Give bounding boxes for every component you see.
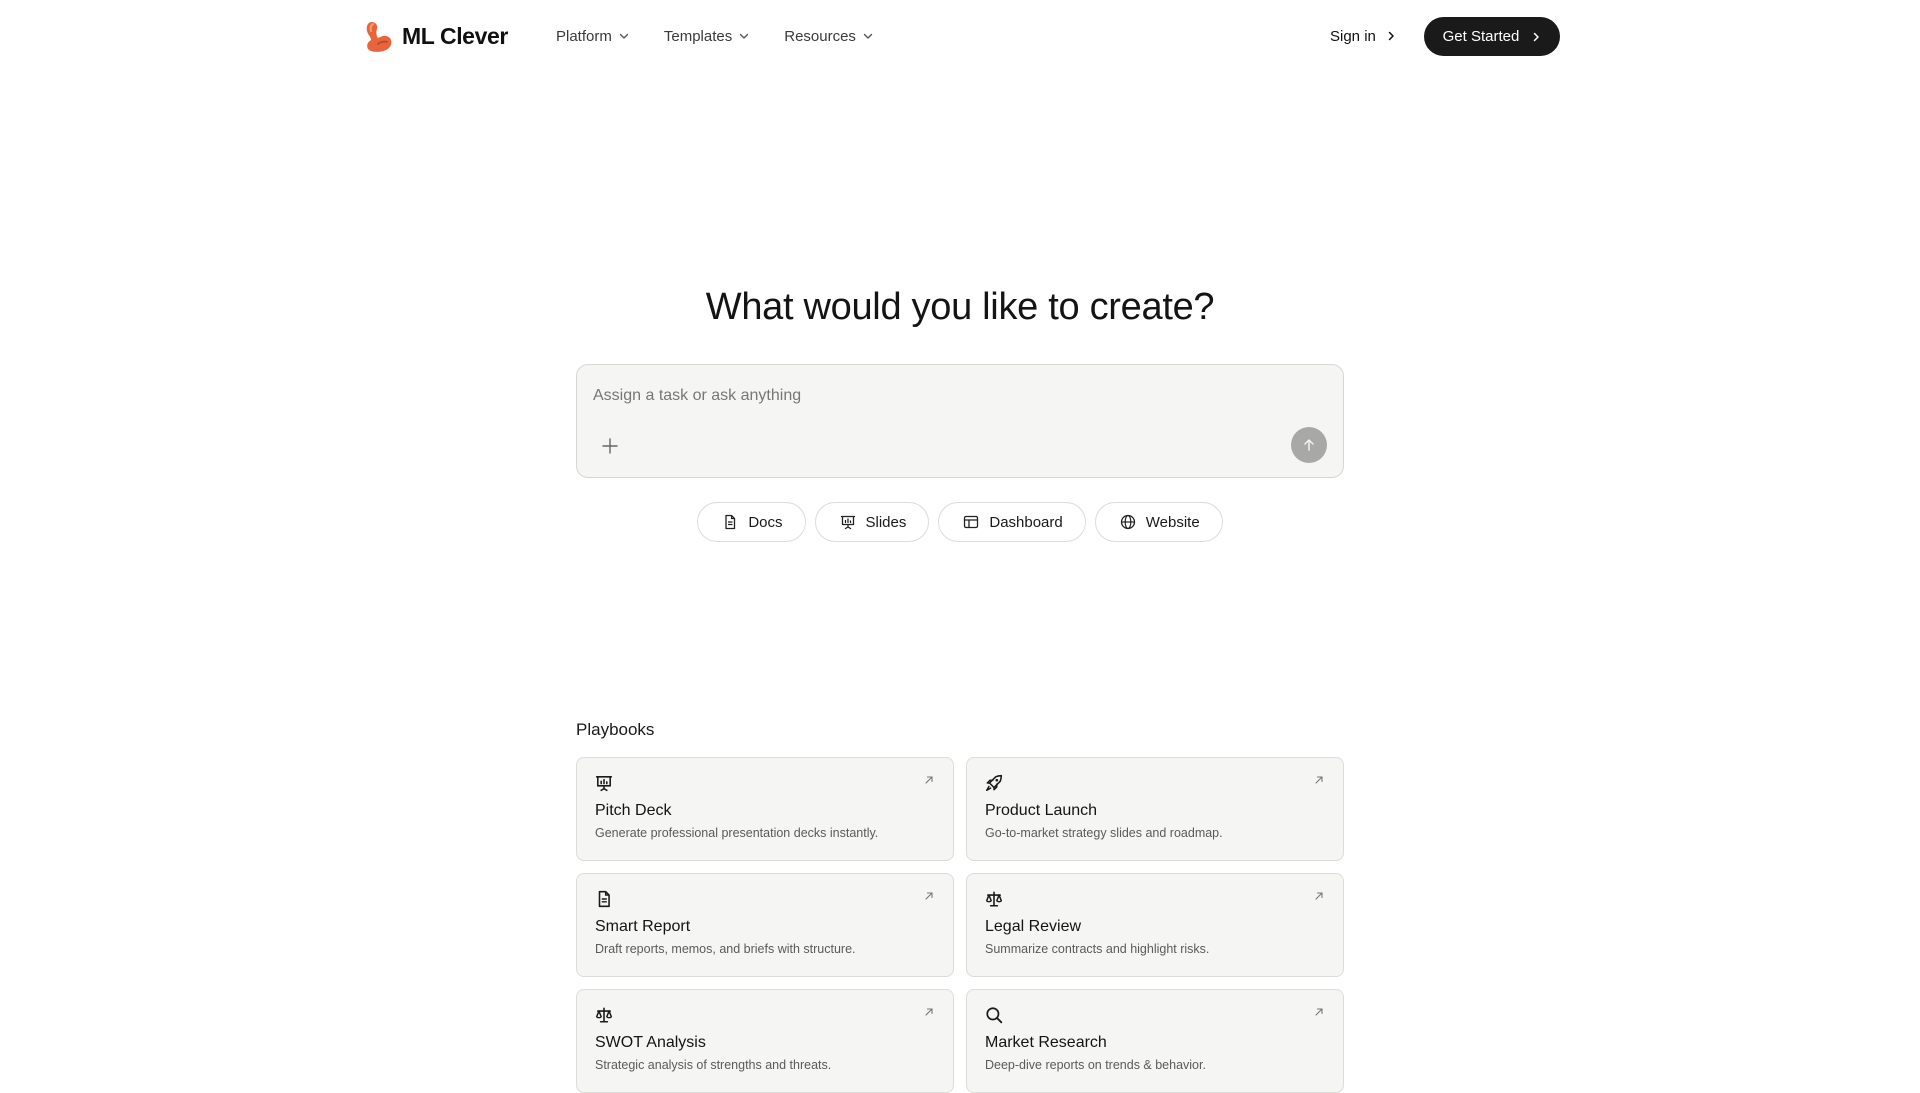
menu-label: Platform (556, 27, 612, 45)
quick-create-chips: Docs Slides Dashboard Website (0, 502, 1920, 542)
arrow-up-right-icon (1315, 776, 1323, 784)
search-icon (985, 1006, 1003, 1024)
add-attachment-button[interactable] (599, 435, 621, 457)
plus-icon (602, 438, 618, 454)
chip-slides[interactable]: Slides (814, 502, 930, 542)
task-composer (576, 364, 1344, 478)
chip-label: Slides (865, 513, 907, 531)
document-icon (725, 514, 736, 530)
arrow-up-icon (1304, 439, 1314, 451)
playbook-grid: Pitch Deck Generate professional present… (576, 757, 1344, 1093)
card-description: Go-to-market strategy slides and roadmap… (985, 826, 1223, 840)
scales-icon (595, 1006, 613, 1024)
arrow-up-right-icon (925, 892, 933, 900)
card-description: Strategic analysis of strengths and thre… (595, 1058, 832, 1072)
presentation-icon (595, 774, 613, 792)
menu-platform[interactable]: Platform (556, 28, 630, 45)
chip-docs[interactable]: Docs (697, 502, 806, 542)
get-started-button[interactable]: Get Started (1424, 17, 1560, 56)
card-title: Legal Review (985, 918, 1082, 935)
playbook-card-legal-review[interactable]: Legal Review Summarize contracts and hig… (966, 873, 1344, 977)
playbook-card-market-research[interactable]: Market Research Deep-dive reports on tre… (966, 989, 1344, 1093)
chip-label: Website (1145, 513, 1200, 531)
brand-name: ML Clever (402, 22, 508, 49)
chevron-down-icon (863, 33, 873, 39)
card-title: Pitch Deck (595, 802, 672, 819)
playbooks-heading: Playbooks (576, 720, 655, 739)
sign-in-label: Sign in (1330, 27, 1376, 45)
chevron-down-icon (619, 33, 629, 39)
send-button[interactable] (1291, 427, 1327, 463)
arrow-up-right-icon (925, 776, 933, 784)
rocket-icon (985, 774, 1003, 792)
card-title: Product Launch (985, 802, 1098, 819)
card-title: Market Research (985, 1034, 1107, 1051)
chip-label: Dashboard (989, 513, 1063, 531)
scales-icon (985, 890, 1003, 908)
card-description: Deep-dive reports on trends & behavior. (985, 1058, 1206, 1072)
menu-templates[interactable]: Templates (664, 28, 750, 45)
card-description: Generate professional presentation decks… (595, 826, 879, 840)
document-icon (595, 890, 613, 908)
card-title: SWOT Analysis (595, 1034, 706, 1051)
arrow-up-right-icon (1315, 892, 1323, 900)
playbook-card-pitch-deck[interactable]: Pitch Deck Generate professional present… (576, 757, 954, 861)
chevron-down-icon (740, 33, 749, 39)
card-title: Smart Report (595, 918, 691, 935)
playbook-card-product-launch[interactable]: Product Launch Go-to-market strategy sli… (966, 757, 1344, 861)
top-nav: ML Clever Platform Templates Resources S… (0, 0, 1920, 72)
chip-website[interactable]: Website (1094, 502, 1223, 542)
playbook-card-smart-report[interactable]: Smart Report Draft reports, memos, and b… (576, 873, 954, 977)
brand[interactable]: ML Clever (362, 18, 508, 54)
flexed-arm-logo-icon (366, 22, 392, 52)
chip-label: Docs (748, 513, 783, 531)
arrow-up-right-icon (1315, 1008, 1323, 1016)
card-description: Summarize contracts and highlight risks. (985, 942, 1210, 956)
page-title: What would you like to create? (705, 286, 1215, 328)
sign-in-link[interactable]: Sign in (1330, 24, 1396, 48)
get-started-label: Get Started (1442, 28, 1520, 45)
chevron-right-icon (1388, 31, 1394, 41)
card-description: Draft reports, memos, and briefs with st… (595, 942, 856, 956)
playbook-card-swot-analysis[interactable]: SWOT Analysis Strategic analysis of stre… (576, 989, 954, 1093)
main-menu: Platform Templates Resources (556, 24, 874, 48)
chevron-right-icon (1534, 32, 1540, 41)
dashboard-icon (964, 515, 979, 529)
arrow-up-right-icon (925, 1008, 933, 1016)
menu-label: Templates (663, 27, 733, 45)
presentation-icon (840, 515, 855, 530)
chip-dashboard[interactable]: Dashboard (938, 502, 1086, 542)
menu-label: Resources (784, 27, 856, 45)
menu-resources[interactable]: Resources (784, 28, 874, 45)
globe-icon (1120, 514, 1135, 530)
task-input[interactable] (593, 383, 1293, 409)
